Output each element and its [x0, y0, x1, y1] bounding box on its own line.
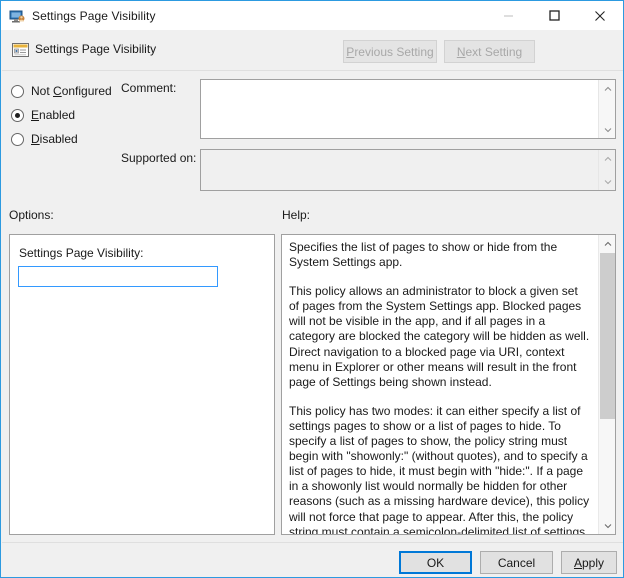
options-panel: Settings Page Visibility: — [9, 234, 275, 535]
supported-on-field — [200, 149, 616, 191]
window-title: Settings Page Visibility — [32, 9, 156, 23]
chevron-down-icon[interactable] — [599, 173, 616, 190]
minimize-button[interactable] — [485, 1, 531, 30]
help-scrollbar[interactable] — [598, 235, 615, 534]
policy-state-radio-group: Not Configured Enabled Disabled — [11, 79, 121, 151]
cancel-button[interactable]: Cancel — [480, 551, 553, 574]
next-setting-button[interactable]: Next Setting — [444, 40, 535, 63]
chevron-up-icon[interactable] — [599, 150, 616, 167]
help-panel: Specifies the list of pages to show or h… — [281, 234, 616, 535]
dialog-footer: OK Cancel Apply — [2, 542, 623, 578]
radio-not-configured[interactable]: Not Configured — [11, 79, 121, 103]
comment-textarea[interactable] — [200, 79, 616, 139]
radio-disabled[interactable]: Disabled — [11, 127, 121, 151]
comment-scrollbar[interactable] — [598, 80, 615, 138]
window-controls — [485, 1, 623, 30]
help-paragraph: This policy allows an administrator to b… — [289, 284, 591, 390]
radio-indicator — [11, 85, 24, 98]
supported-on-label: Supported on: — [121, 151, 196, 165]
help-label: Help: — [282, 208, 310, 222]
apply-button[interactable]: Apply — [561, 551, 617, 574]
help-paragraph: This policy has two modes: it can either… — [289, 404, 591, 534]
chevron-up-icon[interactable] — [599, 80, 616, 97]
chevron-down-icon[interactable] — [599, 121, 616, 138]
radio-enabled[interactable]: Enabled — [11, 103, 121, 127]
radio-enabled-label: Enabled — [31, 108, 75, 122]
prev-rest: revious Setting — [354, 45, 433, 59]
radio-not-configured-label: Not Configured — [31, 84, 112, 98]
settings-page-visibility-label: Settings Page Visibility: — [19, 246, 144, 260]
options-label: Options: — [9, 208, 54, 222]
radio-disabled-label: Disabled — [31, 132, 78, 146]
comment-label: Comment: — [121, 81, 176, 95]
maximize-button[interactable] — [531, 1, 577, 30]
title-bar[interactable]: Settings Page Visibility — [1, 1, 623, 30]
radio-indicator — [11, 133, 24, 146]
previous-setting-button[interactable]: Previous Setting — [343, 40, 437, 63]
setting-header: Settings Page Visibility Previous Settin… — [2, 30, 623, 71]
computer-monitor-icon — [9, 8, 25, 24]
help-text: Specifies the list of pages to show or h… — [282, 235, 598, 534]
next-rest: ext Setting — [465, 45, 522, 59]
chevron-down-icon[interactable] — [599, 517, 616, 534]
help-paragraph: Specifies the list of pages to show or h… — [289, 240, 591, 270]
close-button[interactable] — [577, 1, 623, 30]
setting-title: Settings Page Visibility — [35, 42, 156, 56]
radio-indicator — [11, 109, 24, 122]
ok-button[interactable]: OK — [399, 551, 472, 574]
policy-setting-icon — [12, 42, 29, 58]
apply-rest: pply — [582, 556, 604, 570]
settings-page-visibility-input[interactable] — [18, 266, 218, 287]
scrollbar-thumb[interactable] — [600, 253, 615, 419]
policy-setting-dialog: Settings Page Visibility — [0, 0, 624, 578]
apply-accel: A — [574, 556, 582, 570]
supported-on-scrollbar[interactable] — [598, 150, 615, 190]
chevron-up-icon[interactable] — [599, 235, 616, 252]
